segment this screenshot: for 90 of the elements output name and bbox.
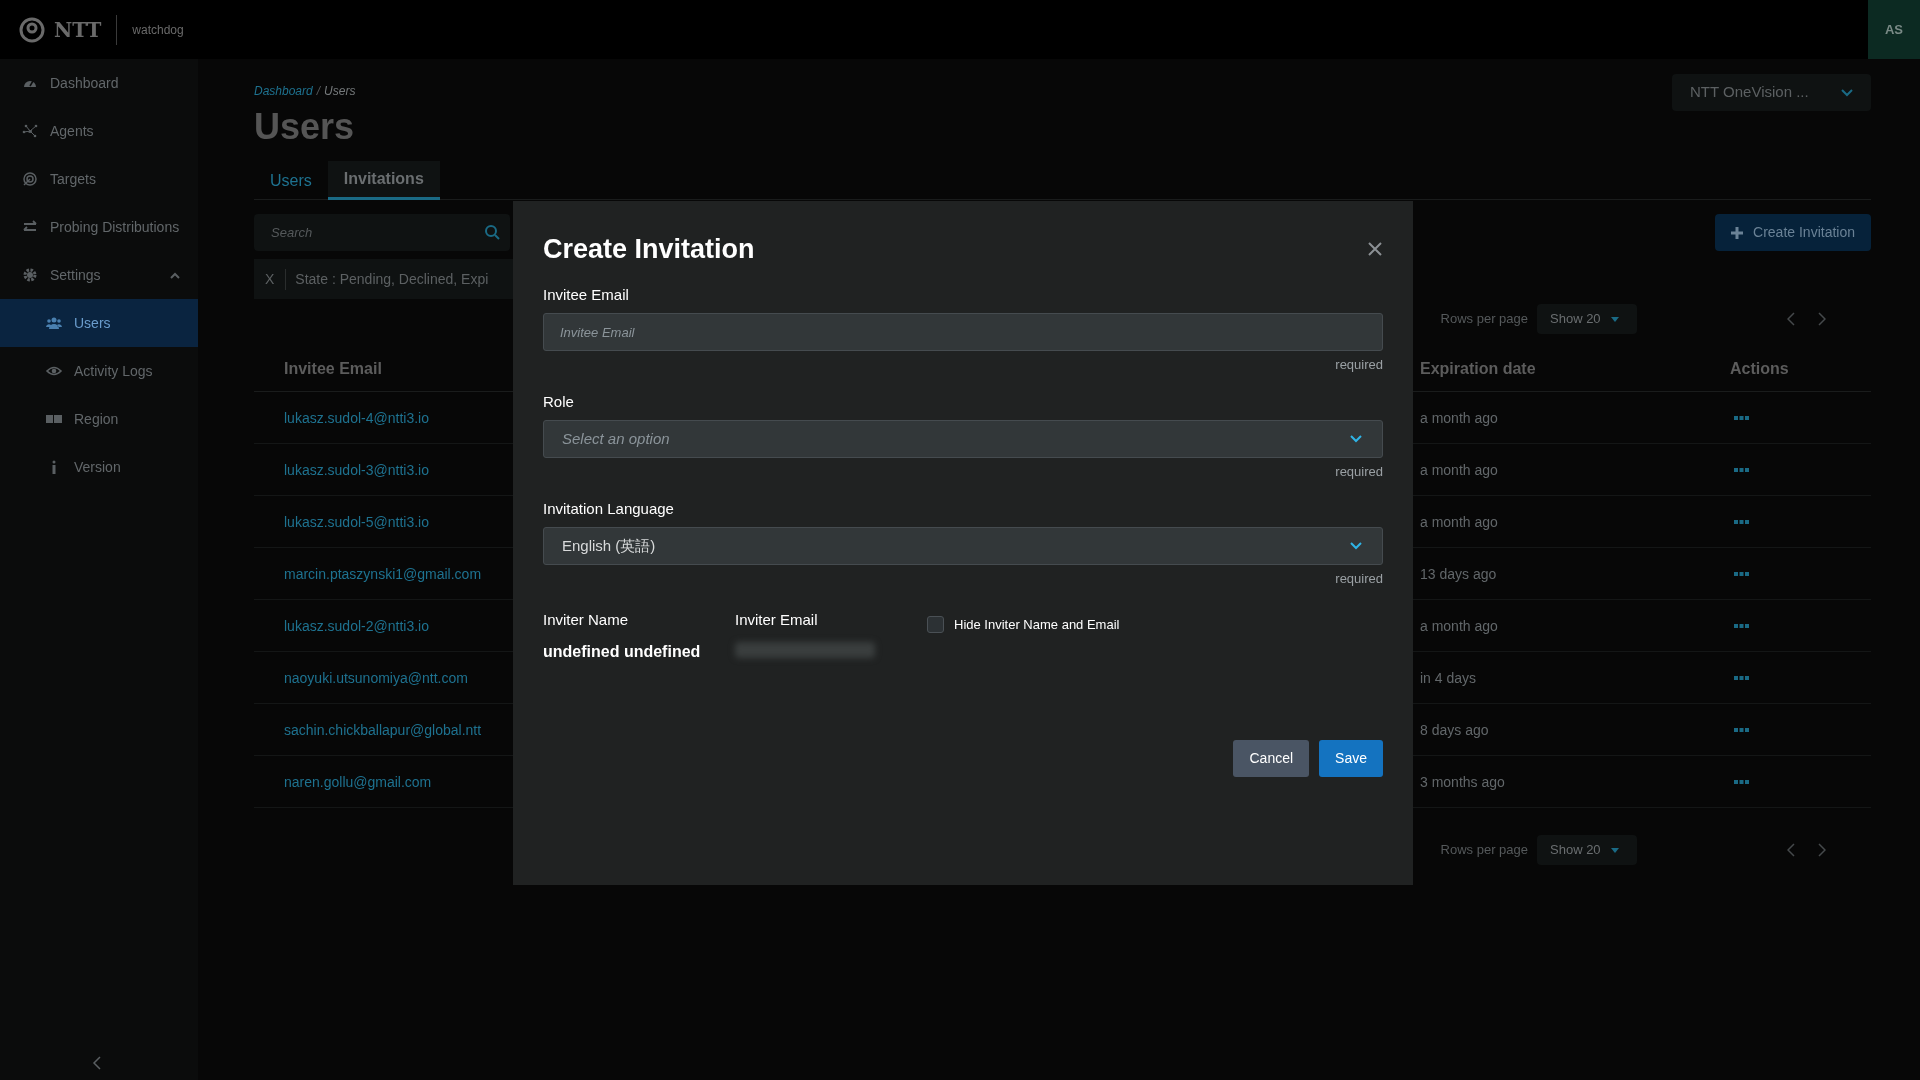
sidebar-item[interactable]: Region — [0, 395, 198, 443]
table-cell: in 4 days — [1420, 669, 1477, 686]
table-cell: 8 days ago — [1420, 721, 1489, 738]
email-link[interactable]: naren.gollu@gmail.com — [284, 773, 432, 790]
remove-filter-button[interactable]: X — [254, 268, 287, 290]
table-cell: a month ago — [1420, 513, 1498, 530]
rows-per-page-label: Rows per page — [1440, 310, 1528, 329]
search-icon[interactable] — [484, 224, 500, 240]
sidebar-item[interactable]: Probing Distributions — [0, 203, 198, 251]
table-cell: a month ago — [1420, 617, 1498, 634]
organization-select[interactable]: NTT OneVision ... — [1672, 74, 1871, 111]
sidebar-item[interactable]: Version — [0, 443, 198, 491]
column-header: Actions — [1730, 359, 1790, 379]
field-label: Role — [543, 391, 575, 412]
table-cell: a month ago — [1420, 409, 1498, 426]
email-link[interactable]: lukasz.sudol-5@ntti3.io — [284, 513, 429, 530]
rows-per-page-select[interactable]: Show 20 — [1537, 304, 1637, 334]
user-avatar[interactable]: AS — [1868, 0, 1920, 59]
email-link[interactable]: lukasz.sudol-3@ntti3.io — [284, 461, 429, 478]
filter-text: State : Pending, Declined, Expi — [294, 269, 489, 289]
checkbox[interactable] — [927, 615, 944, 633]
close-icon[interactable] — [1367, 241, 1383, 258]
select-field[interactable]: Select an option — [543, 420, 1383, 458]
hint-text: required — [1335, 570, 1383, 588]
previous-page-icon[interactable] — [1787, 843, 1795, 857]
field-label: Invitee Email — [543, 284, 630, 305]
chevron-down-icon — [1350, 542, 1362, 550]
collapse-icon[interactable] — [92, 1056, 102, 1070]
more-icon[interactable] — [1734, 415, 1749, 420]
target-icon — [22, 171, 38, 187]
network-icon — [22, 123, 38, 139]
product-name: watchdog — [132, 21, 184, 39]
sidebar-item[interactable]: Dashboard — [0, 59, 198, 107]
rows-per-page-label: Rows per page — [1440, 841, 1528, 860]
email-link[interactable]: sachin.chickballapur@global.ntt — [284, 721, 482, 738]
dialog-title: Create Invitation — [543, 233, 755, 266]
cancel-button[interactable]: Cancel — [1233, 740, 1310, 777]
sidebar-item[interactable]: Agents — [0, 107, 198, 155]
table-cell: 3 months ago — [1420, 773, 1505, 790]
more-icon[interactable] — [1734, 571, 1749, 576]
tab[interactable]: Invitations — [327, 161, 440, 200]
caret-icon — [1610, 316, 1619, 322]
logo-text: NTT — [54, 16, 102, 44]
table-cell: a month ago — [1420, 461, 1498, 478]
page-title: Users — [254, 105, 356, 149]
sidebar-item[interactable]: Activity Logs — [0, 347, 198, 395]
sidebar-item[interactable]: Settings — [0, 251, 198, 299]
email-link[interactable]: lukasz.sudol-4@ntti3.io — [284, 409, 429, 426]
tab[interactable]: Users — [254, 161, 328, 200]
table-cell: 13 days ago — [1420, 565, 1497, 582]
logo-icon — [19, 16, 45, 43]
next-page-icon[interactable] — [1818, 312, 1826, 326]
caret-icon — [1610, 847, 1619, 853]
breadcrumb-current: Users — [324, 83, 356, 100]
email-link[interactable]: naoyuki.utsunomiya@ntt.com — [284, 669, 468, 686]
sidebar-item[interactable]: Targets — [0, 155, 198, 203]
column-header: Expiration date — [1420, 359, 1537, 379]
more-icon[interactable] — [1734, 623, 1749, 628]
more-icon[interactable] — [1734, 467, 1749, 472]
email-link[interactable]: lukasz.sudol-2@ntti3.io — [284, 617, 429, 634]
users-icon — [46, 315, 62, 331]
rows-per-page-select[interactable]: Show 20 — [1537, 835, 1637, 865]
select-field[interactable]: English (英語) — [543, 527, 1383, 565]
field-label: Invitation Language — [543, 498, 675, 519]
more-icon[interactable] — [1734, 519, 1749, 524]
hint-text: required — [1335, 463, 1383, 481]
next-page-icon[interactable] — [1818, 843, 1826, 857]
more-icon[interactable] — [1734, 675, 1749, 680]
column-header: Invitee Email — [283, 359, 383, 379]
chevron-down-icon — [1841, 88, 1853, 97]
field-label: Inviter Email — [735, 609, 819, 630]
hint-text: required — [1335, 356, 1383, 374]
save-button[interactable]: Save — [1319, 740, 1383, 777]
breadcrumb-separator: / — [316, 83, 321, 100]
chevron-down-icon — [1350, 435, 1362, 443]
create-invitation-button[interactable]: Create Invitation — [1715, 214, 1871, 251]
previous-page-icon[interactable] — [1787, 312, 1795, 326]
checkbox-label: Hide Inviter Name and Email — [954, 615, 1120, 634]
more-icon[interactable] — [1734, 727, 1749, 732]
field-label: Inviter Name — [543, 609, 630, 630]
more-icon[interactable] — [1734, 779, 1749, 784]
breadcrumb-link[interactable]: Dashboard — [254, 82, 313, 100]
search-field[interactable]: Search — [254, 214, 510, 251]
chevron-up-icon — [170, 271, 180, 279]
settings-icon — [22, 267, 38, 283]
inviter-name: undefined undefined — [543, 642, 702, 662]
input-field[interactable]: Invitee Email — [543, 313, 1383, 351]
sidebar-item[interactable]: Users — [0, 299, 198, 347]
plus-icon — [1731, 226, 1744, 239]
email-link[interactable]: marcin.ptaszynski1@gmail.com — [284, 565, 482, 582]
